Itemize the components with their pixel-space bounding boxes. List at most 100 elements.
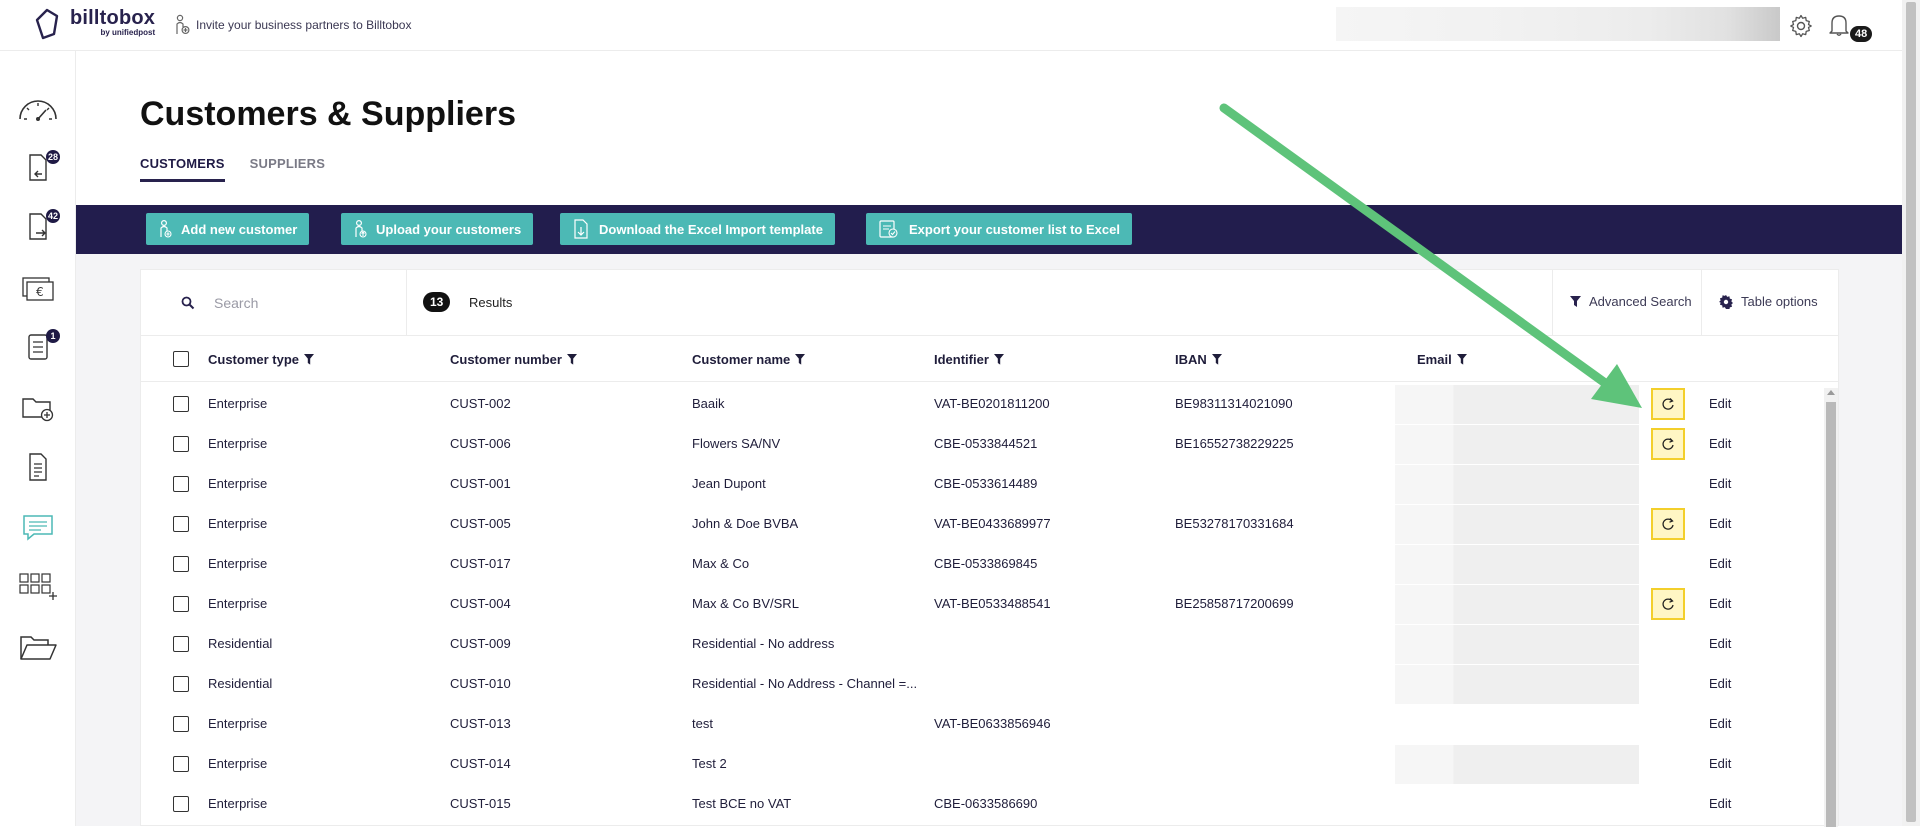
- cell-number: CUST-001: [450, 476, 511, 491]
- row-checkbox[interactable]: [173, 436, 189, 452]
- brand-name: billtobox: [70, 7, 156, 29]
- column-filter-icon[interactable]: [1456, 354, 1467, 365]
- notifications-bell-icon[interactable]: [1828, 13, 1850, 37]
- settings-gear-icon[interactable]: [1789, 14, 1813, 38]
- edit-link[interactable]: Edit: [1709, 516, 1731, 531]
- cell-name: Baaik: [692, 396, 725, 411]
- cell-email-redacted: [1395, 505, 1639, 544]
- edit-link[interactable]: Edit: [1709, 436, 1731, 451]
- column-header-customer-name[interactable]: Customer name: [692, 352, 806, 367]
- user-account-area[interactable]: [1336, 7, 1780, 41]
- sync-button[interactable]: [1651, 588, 1685, 620]
- row-checkbox[interactable]: [173, 396, 189, 412]
- sidebar-item-tasks[interactable]: 1: [16, 327, 60, 367]
- edit-link[interactable]: Edit: [1709, 596, 1731, 611]
- cell-iban: BE98311314021090: [1175, 396, 1293, 411]
- advanced-search-button[interactable]: Advanced Search: [1570, 294, 1692, 309]
- results-label: Results: [469, 295, 513, 310]
- column-filter-icon[interactable]: [304, 354, 315, 365]
- table-row[interactable]: Enterprise CUST-014 Test 2 Edit: [141, 744, 1838, 784]
- table-row[interactable]: Enterprise CUST-005 John & Doe BVBA VAT-BE0…: [141, 504, 1838, 544]
- tab-customers[interactable]: CUSTOMERS: [140, 156, 225, 182]
- sync-button[interactable]: [1651, 508, 1685, 540]
- row-checkbox[interactable]: [173, 636, 189, 652]
- table-row[interactable]: Enterprise CUST-006 Flowers SA/NV CBE-05338…: [141, 424, 1838, 464]
- column-header-customer-number[interactable]: Customer number: [450, 352, 577, 367]
- sync-button[interactable]: [1651, 428, 1685, 460]
- sidebar-badge-outgoing: 42: [45, 209, 60, 223]
- export-customers-label: Export your customer list to Excel: [909, 221, 1120, 237]
- column-filter-icon[interactable]: [993, 354, 1004, 365]
- sidebar-item-outgoing[interactable]: 42: [16, 207, 60, 247]
- row-checkbox[interactable]: [173, 676, 189, 692]
- sidebar-badge-incoming: 28: [45, 150, 60, 164]
- column-header-customer-type[interactable]: Customer type: [208, 352, 315, 367]
- row-checkbox[interactable]: [173, 796, 189, 812]
- sidebar-item-documents[interactable]: [16, 628, 60, 668]
- row-checkbox[interactable]: [173, 596, 189, 612]
- edit-link[interactable]: Edit: [1709, 476, 1731, 491]
- cell-identifier: CBE-0533614489: [934, 476, 1038, 491]
- edit-link[interactable]: Edit: [1709, 796, 1731, 811]
- window-scrollbar[interactable]: [1902, 0, 1920, 826]
- table-row[interactable]: Residential CUST-009 Residential - No addr…: [141, 624, 1838, 664]
- edit-link[interactable]: Edit: [1709, 716, 1731, 731]
- sync-icon: [1662, 438, 1674, 450]
- column-filter-icon[interactable]: [566, 354, 577, 365]
- table-row[interactable]: Enterprise CUST-004 Max & Co BV/SRL VAT-BE0…: [141, 584, 1838, 624]
- row-checkbox[interactable]: [173, 516, 189, 532]
- sidebar-item-add-folder[interactable]: [16, 388, 60, 428]
- table-row[interactable]: Enterprise CUST-013 test VAT-BE0633856946 Ed…: [141, 704, 1838, 744]
- edit-link[interactable]: Edit: [1709, 396, 1731, 411]
- sidebar-nav: 28 42 € 1: [0, 51, 76, 826]
- row-checkbox[interactable]: [173, 716, 189, 732]
- column-filter-icon[interactable]: [795, 354, 806, 365]
- customers-table-panel: 13 Results Advanced Search Table options…: [140, 269, 1839, 827]
- edit-link[interactable]: Edit: [1709, 676, 1731, 691]
- sync-button[interactable]: [1651, 388, 1685, 420]
- table-row[interactable]: Residential CUST-010 Residential - No Addr…: [141, 664, 1838, 704]
- advanced-search-label: Advanced Search: [1589, 294, 1692, 309]
- export-customers-button[interactable]: Export your customer list to Excel: [866, 213, 1132, 245]
- upload-customers-label: Upload your customers: [376, 221, 522, 237]
- sidebar-item-messages[interactable]: [16, 508, 60, 548]
- sidebar-item-apps[interactable]: [16, 567, 60, 607]
- cell-type: Enterprise: [208, 436, 268, 451]
- row-checkbox[interactable]: [173, 476, 189, 492]
- select-all-checkbox[interactable]: [173, 351, 189, 367]
- edit-link[interactable]: Edit: [1709, 636, 1731, 651]
- sidebar-item-dashboard[interactable]: [16, 90, 60, 130]
- download-template-button[interactable]: Download the Excel Import template: [560, 213, 835, 245]
- open-folder-icon: [20, 636, 57, 660]
- add-folder-icon: [22, 398, 54, 422]
- sidebar-item-reports[interactable]: [16, 447, 60, 487]
- sidebar-item-incoming[interactable]: 28: [16, 148, 60, 188]
- window-scroll-thumb[interactable]: [1906, 2, 1916, 822]
- table-row[interactable]: Enterprise CUST-002 Baaik VAT-BE0201811200 B…: [141, 384, 1838, 424]
- invite-partners-link[interactable]: Invite your business partners to Billtob…: [174, 14, 411, 36]
- scroll-up-arrow-icon[interactable]: [1827, 390, 1835, 395]
- cell-name: Max & Co BV/SRL: [692, 596, 799, 611]
- row-checkbox[interactable]: [173, 556, 189, 572]
- add-new-customer-button[interactable]: Add new customer: [146, 213, 310, 245]
- upload-customers-button[interactable]: Upload your customers: [341, 213, 534, 245]
- table-scroll-thumb[interactable]: [1826, 402, 1836, 827]
- tab-suppliers[interactable]: SUPPLIERS: [250, 156, 325, 182]
- column-header-iban[interactable]: IBAN: [1175, 352, 1222, 367]
- table-scrollbar[interactable]: [1824, 388, 1838, 827]
- dashboard-gauge-icon: [19, 100, 57, 121]
- edit-link[interactable]: Edit: [1709, 756, 1731, 771]
- cell-number: CUST-006: [450, 436, 511, 451]
- column-header-email[interactable]: Email: [1417, 352, 1467, 367]
- column-header-identifier[interactable]: Identifier: [934, 352, 1004, 367]
- table-row[interactable]: Enterprise CUST-017 Max & Co CBE-0533869845…: [141, 544, 1838, 584]
- column-filter-icon[interactable]: [1211, 354, 1222, 365]
- edit-link[interactable]: Edit: [1709, 556, 1731, 571]
- row-checkbox[interactable]: [173, 756, 189, 772]
- brand-logo[interactable]: billtobox by unifiedpost: [34, 8, 155, 40]
- sidebar-item-payments[interactable]: €: [16, 269, 60, 309]
- search-input[interactable]: [214, 292, 394, 314]
- table-row[interactable]: Enterprise CUST-001 Jean Dupont CBE-0533614…: [141, 464, 1838, 504]
- table-options-button[interactable]: Table options: [1719, 294, 1818, 309]
- table-row[interactable]: Enterprise CUST-015 Test BCE no VAT CBE-063…: [141, 784, 1838, 824]
